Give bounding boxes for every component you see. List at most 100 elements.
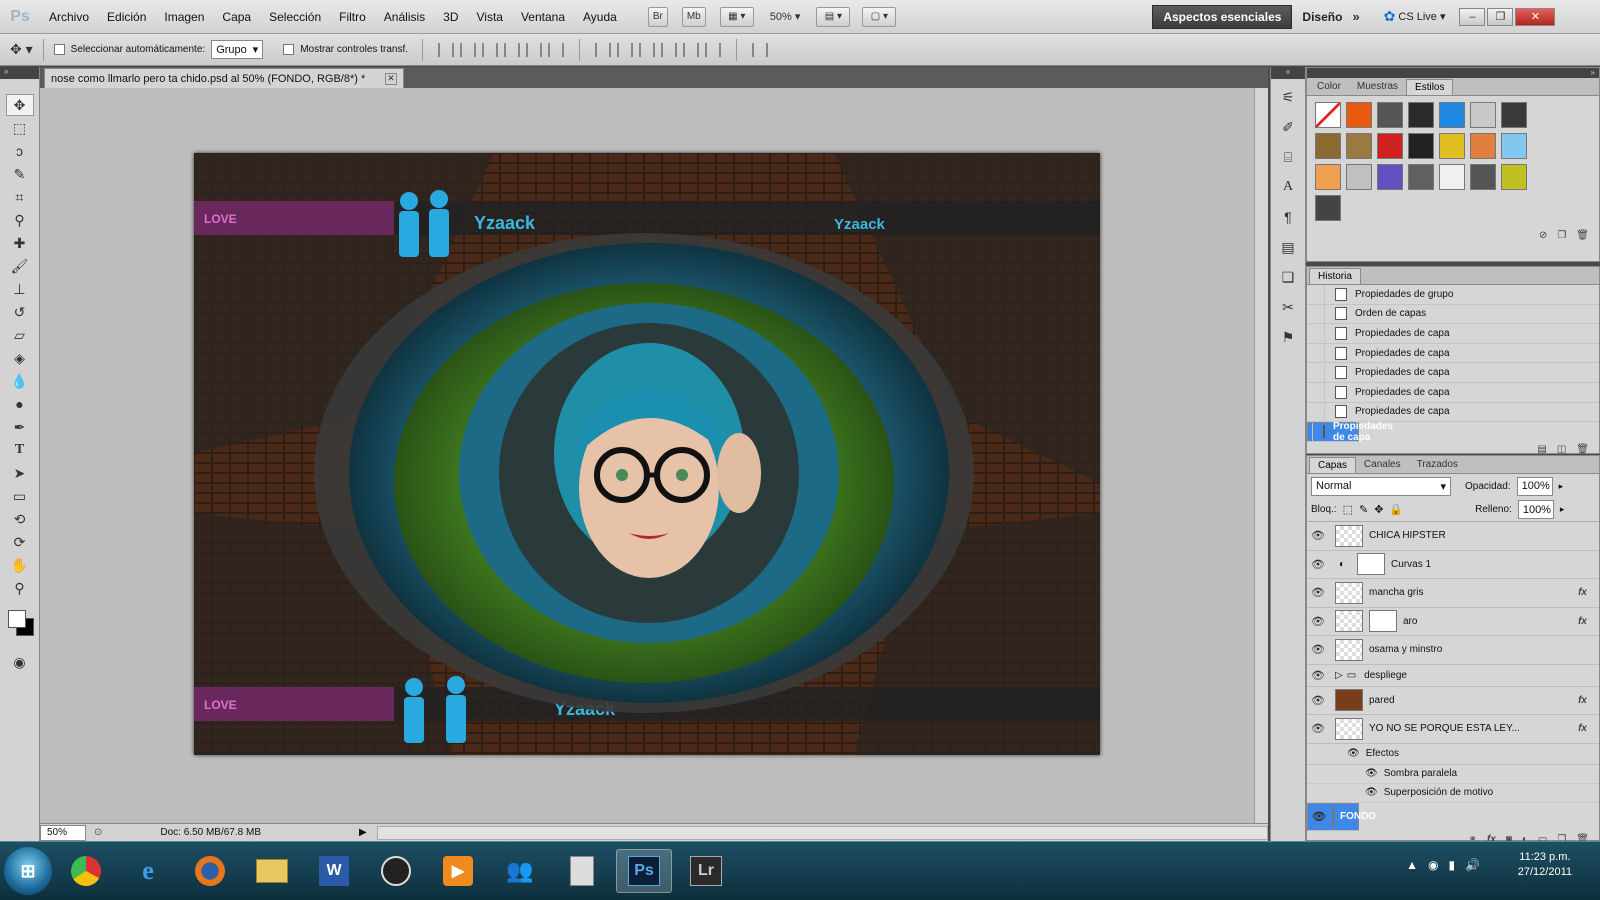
- canvas-horizontal-scrollbar[interactable]: [376, 825, 1268, 840]
- style-swatch[interactable]: [1501, 102, 1527, 128]
- layer-row[interactable]: 👁 mancha gris fx: [1307, 579, 1599, 608]
- layer-row[interactable]: 👁 YO NO SE PORQUE ESTA LEY... fx: [1307, 715, 1599, 744]
- tray-signal-icon[interactable]: ▮: [1448, 858, 1455, 872]
- fill-field[interactable]: 100%: [1517, 500, 1554, 519]
- dock-collapse-handle[interactable]: «: [1271, 67, 1305, 79]
- align-right-icon[interactable]: [548, 42, 564, 57]
- transform-controls-checkbox[interactable]: [283, 44, 295, 55]
- brush-presets-panel-icon[interactable]: ✐: [1276, 115, 1300, 139]
- distribute-hcenter-icon[interactable]: [683, 42, 699, 57]
- lock-pixels-icon[interactable]: ✎: [1359, 503, 1368, 516]
- brush-tool-icon[interactable]: 🖌: [6, 255, 34, 277]
- new-document-from-state-icon[interactable]: ▤: [1537, 444, 1546, 455]
- type-tool-icon[interactable]: T: [6, 439, 34, 461]
- menu-capa[interactable]: Capa: [213, 0, 260, 34]
- effect-row-pattern-overlay[interactable]: 👁 Superposición de motivo: [1307, 784, 1599, 803]
- lock-transparency-icon[interactable]: ⬚: [1343, 503, 1353, 516]
- 3d-orbit-tool-icon[interactable]: ⟳: [6, 531, 34, 553]
- align-hcenter-icon[interactable]: [526, 42, 542, 57]
- distribute-vcenter-icon[interactable]: [617, 42, 633, 57]
- status-zoom-field[interactable]: 50%: [40, 824, 86, 841]
- autoselect-checkbox[interactable]: [53, 44, 65, 55]
- tab-historia[interactable]: Historia: [1309, 268, 1361, 284]
- layer-visibility-eye-icon[interactable]: 👁: [1307, 694, 1329, 707]
- history-item[interactable]: Propiedades de grupo: [1307, 285, 1599, 305]
- layer-row[interactable]: 👁 pared fx: [1307, 687, 1599, 715]
- tab-capas[interactable]: Capas: [1309, 457, 1356, 473]
- rectangle-tool-icon[interactable]: ▭: [6, 485, 34, 507]
- status-info-icon[interactable]: ⊙: [94, 827, 102, 838]
- taskbar-player-icon[interactable]: ▶: [430, 849, 486, 893]
- history-source-checkbox[interactable]: [1307, 383, 1325, 402]
- menu-filtro[interactable]: Filtro: [330, 0, 375, 34]
- style-swatch[interactable]: [1439, 102, 1465, 128]
- taskbar-clock[interactable]: 11:23 p.m. 27/12/2011: [1518, 850, 1572, 880]
- style-swatch[interactable]: [1346, 133, 1372, 159]
- tools-collapse-handle[interactable]: »: [0, 67, 39, 79]
- 3d-rotate-tool-icon[interactable]: ⟲: [6, 508, 34, 530]
- new-style-icon[interactable]: ❐: [1557, 230, 1566, 241]
- tab-estilos[interactable]: Estilos: [1406, 79, 1454, 95]
- layer-fx-icon[interactable]: fx: [1578, 723, 1587, 734]
- paragraph-panel-icon[interactable]: ¶: [1276, 205, 1300, 229]
- tool-presets-panel-icon[interactable]: ✂: [1276, 295, 1300, 319]
- screen-mode-button[interactable]: ▢ ▾: [862, 6, 897, 27]
- menu-vista[interactable]: Vista: [468, 0, 512, 34]
- style-swatch[interactable]: [1315, 102, 1341, 128]
- close-tab-icon[interactable]: ✕: [385, 72, 397, 85]
- effect-row-drop-shadow[interactable]: 👁 Sombra paralela: [1307, 765, 1599, 784]
- style-swatch[interactable]: [1470, 164, 1496, 190]
- effect-eye-icon[interactable]: 👁: [1365, 787, 1378, 798]
- taskbar-messenger-icon[interactable]: 👥: [492, 849, 548, 893]
- arrange-documents-button[interactable]: ▤ ▾: [816, 6, 851, 27]
- workspace-design-button[interactable]: Diseño: [1292, 10, 1352, 24]
- zoom-level-dropdown[interactable]: 50% ▾: [770, 10, 801, 23]
- style-swatch[interactable]: [1315, 133, 1341, 159]
- align-vcenter-icon[interactable]: [460, 42, 476, 57]
- style-swatch[interactable]: [1346, 164, 1372, 190]
- document-image[interactable]: LOVE LOVE Yzaack Yzaack Yzaack: [194, 153, 1100, 755]
- cs-live-button[interactable]: ✿ CS Live ▾: [1384, 8, 1446, 25]
- marquee-tool-icon[interactable]: ⬚: [6, 117, 34, 139]
- style-swatch[interactable]: [1377, 164, 1403, 190]
- bridge-button[interactable]: Br: [647, 6, 668, 27]
- opacity-field[interactable]: 100%: [1516, 476, 1553, 496]
- taskbar-explorer-icon[interactable]: [244, 849, 300, 893]
- layer-visibility-eye-icon[interactable]: 👁: [1307, 558, 1329, 571]
- effects-row[interactable]: 👁 Efectos: [1307, 744, 1599, 765]
- auto-align-icon[interactable]: [752, 42, 768, 57]
- layer-visibility-eye-icon[interactable]: 👁: [1307, 669, 1329, 682]
- layer-row-fondo[interactable]: 👁 FONDO: [1307, 802, 1376, 831]
- tab-trazados[interactable]: Trazados: [1409, 457, 1466, 473]
- history-item[interactable]: Propiedades de capa: [1307, 363, 1599, 383]
- layer-row[interactable]: 👁 CHICA HIPSTER: [1307, 522, 1599, 551]
- move-tool-icon[interactable]: ✥: [5, 94, 34, 116]
- menu-ayuda[interactable]: Ayuda: [574, 0, 626, 34]
- lasso-tool-icon[interactable]: ↄ: [6, 140, 34, 162]
- history-source-checkbox[interactable]: [1307, 344, 1325, 363]
- align-left-icon[interactable]: [504, 42, 520, 57]
- workspace-essentials-button[interactable]: Aspectos esenciales: [1152, 4, 1293, 29]
- layer-row[interactable]: 👁 ▷ ▭ despliege: [1307, 665, 1599, 687]
- tray-network-status-icon[interactable]: ◉: [1428, 858, 1438, 872]
- autoselect-dropdown[interactable]: Grupo ▾: [211, 40, 264, 59]
- style-swatch[interactable]: [1439, 133, 1465, 159]
- taskbar-chrome-icon[interactable]: [58, 849, 114, 893]
- menu-seleccion[interactable]: Selección: [260, 0, 330, 34]
- clone-stamp-tool-icon[interactable]: ⊥: [6, 278, 34, 300]
- menu-edicion[interactable]: Edición: [98, 0, 155, 34]
- style-swatch[interactable]: [1501, 164, 1527, 190]
- distribute-top-icon[interactable]: [595, 42, 611, 57]
- crop-tool-icon[interactable]: ⌗: [6, 186, 34, 208]
- maximize-button[interactable]: ❐: [1487, 7, 1514, 26]
- history-source-checkbox[interactable]: [1307, 324, 1325, 343]
- layer-mask-thumbnail[interactable]: [1357, 553, 1386, 576]
- healing-brush-tool-icon[interactable]: ✚: [6, 232, 34, 254]
- history-item[interactable]: Orden de capas: [1307, 304, 1599, 325]
- menu-analisis[interactable]: Análisis: [375, 0, 434, 34]
- opacity-slider-arrow-icon[interactable]: ▸: [1559, 481, 1564, 492]
- start-button[interactable]: ⊞: [4, 847, 52, 895]
- blur-tool-icon[interactable]: 💧: [6, 370, 34, 392]
- quick-mask-icon[interactable]: ◉: [6, 651, 34, 673]
- tab-color[interactable]: Color: [1309, 79, 1349, 95]
